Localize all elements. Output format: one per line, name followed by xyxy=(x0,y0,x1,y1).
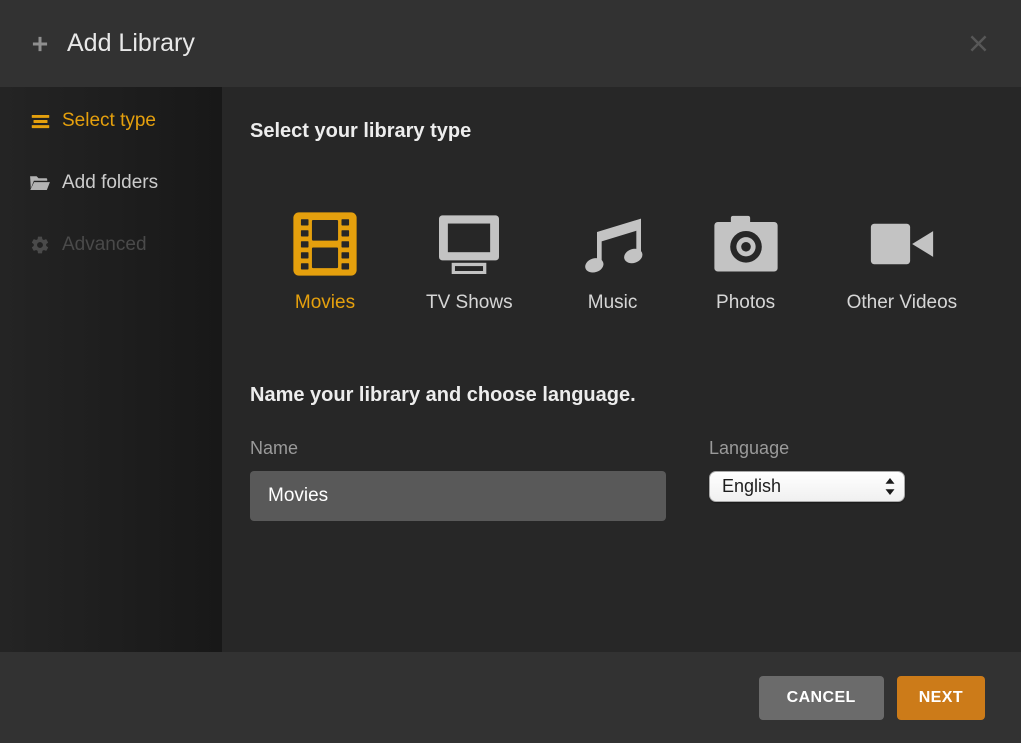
next-button[interactable]: NEXT xyxy=(897,676,985,720)
library-type-photos[interactable]: Photos xyxy=(713,211,779,316)
open-folder-icon xyxy=(29,172,51,194)
language-field-group: Language English xyxy=(709,435,905,521)
library-type-movies[interactable]: Movies xyxy=(292,211,358,316)
camera-icon xyxy=(713,211,779,277)
plus-icon xyxy=(30,34,50,54)
video-camera-icon xyxy=(869,211,935,277)
main-content: Select your library type xyxy=(222,87,1021,652)
sidebar-item-select-type[interactable]: Select type xyxy=(0,90,222,152)
cancel-button[interactable]: CANCEL xyxy=(759,676,884,720)
library-name-input[interactable] xyxy=(250,471,666,521)
type-section-title: Select your library type xyxy=(250,118,993,145)
name-section-title: Name your library and choose language. xyxy=(250,382,993,409)
add-library-dialog: Add Library Select type xyxy=(0,0,1021,743)
library-type-label: Music xyxy=(588,290,638,316)
library-type-picker: Movies TV Shows xyxy=(292,211,993,316)
close-icon[interactable] xyxy=(965,31,991,57)
film-strip-icon xyxy=(292,211,358,277)
name-language-form: Name Language English xyxy=(250,435,993,521)
language-select[interactable]: English xyxy=(709,471,905,502)
library-type-other-videos[interactable]: Other Videos xyxy=(847,211,958,316)
library-type-label: Movies xyxy=(295,290,355,316)
language-field-label: Language xyxy=(709,435,905,461)
library-type-label: Photos xyxy=(716,290,775,316)
language-select-value: English xyxy=(722,476,781,497)
dialog-footer: CANCEL NEXT xyxy=(0,652,1021,743)
sidebar-item-label: Advanced xyxy=(62,234,147,256)
library-type-music[interactable]: Music xyxy=(581,211,645,316)
dialog-header: Add Library xyxy=(0,0,1021,87)
steps-sidebar: Select type Add folders Advanced xyxy=(0,87,222,652)
sidebar-item-add-folders[interactable]: Add folders xyxy=(0,152,222,214)
sidebar-item-label: Add folders xyxy=(62,172,158,194)
library-type-label: TV Shows xyxy=(426,290,513,316)
sidebar-item-label: Select type xyxy=(62,110,156,132)
library-type-tv-shows[interactable]: TV Shows xyxy=(426,211,513,316)
music-note-icon xyxy=(581,211,645,277)
select-stepper-arrows-icon xyxy=(885,478,895,495)
name-field-group: Name xyxy=(250,435,666,521)
gear-icon xyxy=(29,234,51,256)
sidebar-item-advanced: Advanced xyxy=(0,214,222,276)
tv-icon xyxy=(436,211,502,277)
name-field-label: Name xyxy=(250,435,666,461)
list-lines-icon xyxy=(29,110,51,132)
library-type-label: Other Videos xyxy=(847,290,958,316)
dialog-body: Select type Add folders Advanced xyxy=(0,87,1021,652)
dialog-title: Add Library xyxy=(67,29,195,58)
